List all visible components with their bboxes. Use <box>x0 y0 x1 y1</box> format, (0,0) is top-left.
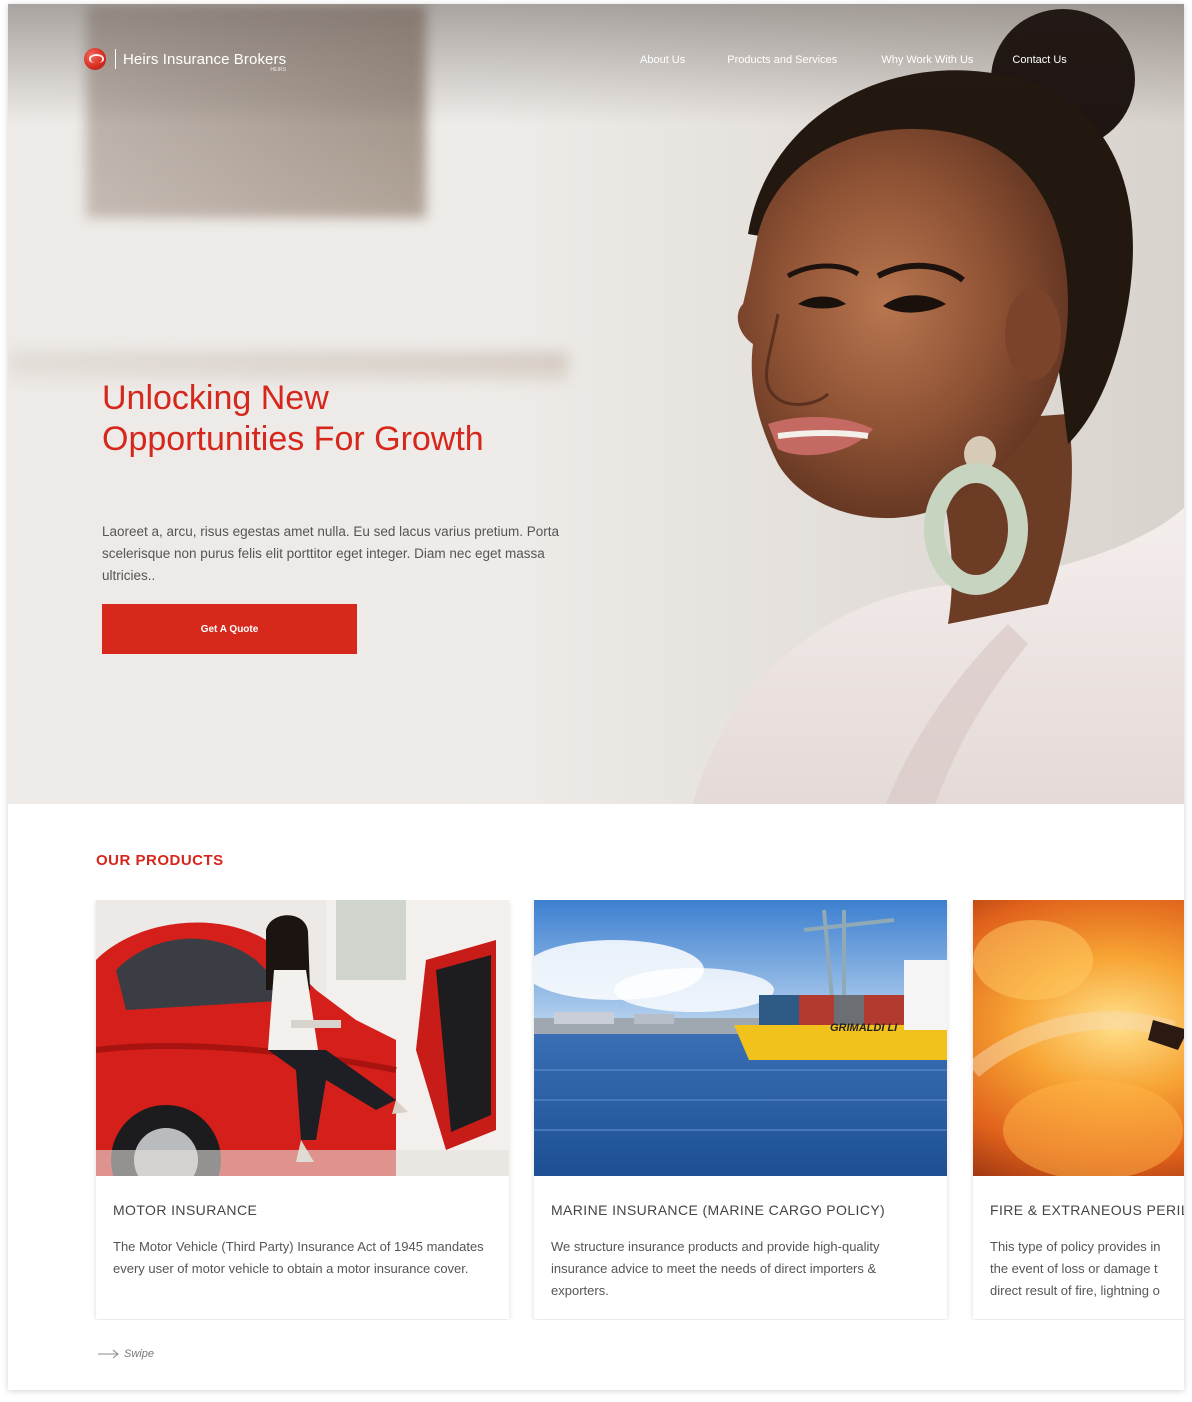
product-card-motor[interactable]: MOTOR INSURANCE The Motor Vehicle (Third… <box>96 900 509 1319</box>
product-card-title: MARINE INSURANCE (MARINE CARGO POLICY) <box>551 1202 886 1218</box>
products-section-title: OUR PRODUCTS <box>96 852 224 869</box>
nav-contact-us[interactable]: Contact Us <box>1012 54 1066 66</box>
brand-logo[interactable]: Heirs Insurance Brokers HEIRS <box>84 48 287 73</box>
nav-about-us[interactable]: About Us <box>640 54 685 66</box>
brand-name: Heirs Insurance Brokers HEIRS <box>123 50 287 73</box>
product-card-text-line-3: direct result of fire, lightning o <box>990 1283 1160 1298</box>
swipe-hint[interactable]: Swipe <box>98 1348 154 1360</box>
logo-divider <box>115 49 116 69</box>
product-card-text: This type of policy provides in the even… <box>990 1236 1184 1302</box>
product-card-fire[interactable]: FIRE & EXTRANEOUS PERILS This type of po… <box>973 900 1184 1319</box>
hero-section: Heirs Insurance Brokers HEIRS About Us P… <box>8 4 1184 804</box>
product-card-text: The Motor Vehicle (Third Party) Insuranc… <box>113 1239 484 1276</box>
brand-name-text: Heirs Insurance Brokers <box>123 50 287 68</box>
hero-description: Laoreet a, arcu, risus egestas amet null… <box>102 524 559 583</box>
page-frame: Heirs Insurance Brokers HEIRS About Us P… <box>8 4 1184 1390</box>
nav-products-and-services[interactable]: Products and Services <box>727 54 837 66</box>
hero-photo-woman <box>628 4 1184 804</box>
product-card-marine[interactable]: GRIMALDI LI MARINE INSURANCE (MARINE CAR… <box>534 900 947 1319</box>
fire-insurance-image <box>973 900 1184 1176</box>
marine-insurance-image: GRIMALDI LI <box>534 900 947 1176</box>
product-card-title: FIRE & EXTRANEOUS PERILS <box>990 1202 1184 1218</box>
motor-insurance-image <box>96 900 509 1176</box>
swipe-label: Swipe <box>124 1348 154 1360</box>
get-a-quote-button[interactable]: Get A Quote <box>102 604 357 654</box>
main-nav: About Us Products and Services Why Work … <box>640 54 1067 66</box>
products-carousel[interactable]: MOTOR INSURANCE The Motor Vehicle (Third… <box>8 900 1184 1320</box>
arrow-right-icon <box>98 1349 119 1359</box>
hero-title: Unlocking New Opportunities For Growth <box>102 379 484 458</box>
brand-subtext: HEIRS <box>270 66 287 73</box>
hero-background-frame <box>86 4 426 218</box>
ship-name-text: GRIMALDI LI <box>830 1022 898 1034</box>
product-card-text-line-1: This type of policy provides in <box>990 1239 1161 1254</box>
globe-logo-icon <box>84 48 106 70</box>
product-card-text: We structure insurance products and prov… <box>551 1239 880 1298</box>
product-card-title: MOTOR INSURANCE <box>113 1202 258 1218</box>
product-card-text-line-2: the event of loss or damage t <box>990 1261 1158 1276</box>
nav-why-work-with-us[interactable]: Why Work With Us <box>881 54 973 66</box>
